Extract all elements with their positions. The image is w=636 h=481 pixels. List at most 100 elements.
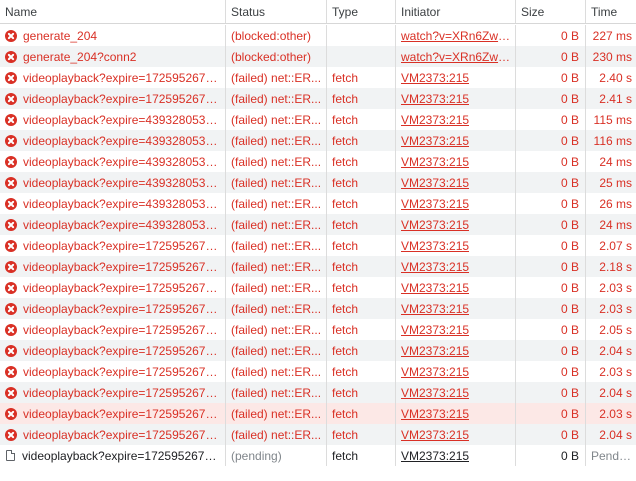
column-header-time[interactable]: Time: [585, 0, 636, 23]
initiator-link[interactable]: VM2373:215: [401, 113, 469, 127]
request-name-cell[interactable]: videoplayback?expire=1725952677...: [0, 382, 225, 403]
table-row[interactable]: videoplayback?expire=1725952677... (faile…: [0, 382, 636, 403]
column-header-size[interactable]: Size: [515, 0, 585, 23]
request-name-cell[interactable]: videoplayback?expire=1725952677...: [0, 298, 225, 319]
table-row[interactable]: videoplayback?expire=1725952677... (faile…: [0, 361, 636, 382]
initiator-link[interactable]: VM2373:215: [401, 386, 469, 400]
initiator-link[interactable]: VM2373:215: [401, 197, 469, 211]
request-name-cell[interactable]: videoplayback?expire=1725952677...: [0, 445, 225, 466]
request-name: videoplayback?expire=1725952677...: [23, 364, 221, 379]
request-time-cell: 2.04 s: [585, 340, 636, 361]
initiator-link[interactable]: VM2373:215: [401, 344, 469, 358]
request-name-cell[interactable]: videoplayback?expire=4393280539...: [0, 151, 225, 172]
request-size: 0 B: [560, 70, 579, 85]
request-name-cell[interactable]: videoplayback?expire=4393280539...: [0, 193, 225, 214]
request-name: videoplayback?expire=1725952677...: [23, 406, 221, 421]
request-name-cell[interactable]: generate_204: [0, 25, 225, 46]
request-name-cell[interactable]: videoplayback?expire=1725952677...: [0, 361, 225, 382]
request-name: videoplayback?expire=4393280539...: [23, 175, 221, 190]
request-name-cell[interactable]: videoplayback?expire=4393280539...: [0, 130, 225, 151]
request-type: fetch: [332, 154, 359, 169]
request-name-cell[interactable]: videoplayback?expire=1725952677...: [0, 88, 225, 109]
table-row[interactable]: generate_204?conn2 (blocked:other) watch?v…: [0, 46, 636, 67]
initiator-link[interactable]: VM2373:215: [401, 218, 469, 232]
column-header-status[interactable]: Status: [225, 0, 326, 23]
request-type: fetch: [332, 322, 359, 337]
request-name-cell[interactable]: videoplayback?expire=1725952677...: [0, 67, 225, 88]
request-type: fetch: [332, 112, 359, 127]
initiator-link[interactable]: VM2373:215: [401, 134, 469, 148]
request-name-cell[interactable]: videoplayback?expire=1725952677...: [0, 256, 225, 277]
table-row[interactable]: videoplayback?expire=4393280539... (faile…: [0, 214, 636, 235]
request-name: videoplayback?expire=1725952677...: [23, 301, 221, 316]
request-name-cell[interactable]: videoplayback?expire=1725952677...: [0, 235, 225, 256]
request-status: (failed) net::ER...: [231, 238, 322, 253]
initiator-link[interactable]: VM2373:215: [401, 281, 469, 295]
request-name-cell[interactable]: generate_204?conn2: [0, 46, 225, 67]
table-row[interactable]: videoplayback?expire=4393280539... (faile…: [0, 109, 636, 130]
request-time-cell: 2.41 s: [585, 88, 636, 109]
request-name: videoplayback?expire=1725952677...: [23, 91, 221, 106]
table-row[interactable]: videoplayback?expire=1725952677... (faile…: [0, 298, 636, 319]
request-name-cell[interactable]: videoplayback?expire=4393280539...: [0, 214, 225, 235]
request-type: fetch: [332, 175, 359, 190]
request-initiator-cell: VM2373:215: [395, 151, 515, 172]
initiator-link[interactable]: VM2373:215: [401, 176, 469, 190]
table-row[interactable]: videoplayback?expire=1725952677... (faile…: [0, 235, 636, 256]
initiator-link[interactable]: VM2373:215: [401, 365, 469, 379]
request-status: (failed) net::ER...: [231, 175, 322, 190]
initiator-link[interactable]: watch?v=XRn6ZwXy-: [401, 29, 511, 43]
request-name-cell[interactable]: videoplayback?expire=1725952677...: [0, 403, 225, 424]
request-status-cell: (failed) net::ER...: [225, 172, 326, 193]
initiator-link[interactable]: VM2373:215: [401, 92, 469, 106]
request-size-cell: 0 B: [515, 340, 585, 361]
initiator-link[interactable]: watch?v=XRn6ZwXy-: [401, 50, 511, 64]
column-header-type[interactable]: Type: [326, 0, 395, 23]
error-icon: [5, 134, 17, 147]
request-initiator-cell: VM2373:215: [395, 67, 515, 88]
table-row[interactable]: videoplayback?expire=1725952677... (pendi…: [0, 445, 636, 466]
request-type-cell: fetch: [326, 235, 395, 256]
request-type-cell: fetch: [326, 277, 395, 298]
table-row[interactable]: videoplayback?expire=1725952677... (faile…: [0, 256, 636, 277]
request-time-cell: 26 ms: [585, 193, 636, 214]
table-row[interactable]: videoplayback?expire=4393280539... (faile…: [0, 151, 636, 172]
initiator-link[interactable]: VM2373:215: [401, 155, 469, 169]
initiator-link[interactable]: VM2373:215: [401, 239, 469, 253]
request-name-cell[interactable]: videoplayback?expire=4393280539...: [0, 172, 225, 193]
table-row[interactable]: videoplayback?expire=1725952677... (faile…: [0, 67, 636, 88]
table-row[interactable]: videoplayback?expire=1725952677... (faile…: [0, 403, 636, 424]
request-initiator-cell: VM2373:215: [395, 319, 515, 340]
request-time-cell: 25 ms: [585, 172, 636, 193]
request-status: (failed) net::ER...: [231, 196, 322, 211]
request-name: videoplayback?expire=4393280539...: [23, 112, 221, 127]
initiator-link[interactable]: VM2373:215: [401, 302, 469, 316]
table-row[interactable]: videoplayback?expire=1725952677... (faile…: [0, 88, 636, 109]
request-name-cell[interactable]: videoplayback?expire=1725952677...: [0, 340, 225, 361]
request-status-cell: (failed) net::ER...: [225, 88, 326, 109]
table-row[interactable]: videoplayback?expire=4393280539... (faile…: [0, 172, 636, 193]
initiator-link[interactable]: VM2373:215: [401, 260, 469, 274]
initiator-link[interactable]: VM2373:215: [401, 323, 469, 337]
request-name-cell[interactable]: videoplayback?expire=1725952677...: [0, 277, 225, 298]
table-row[interactable]: videoplayback?expire=4393280539... (faile…: [0, 130, 636, 151]
request-status: (failed) net::ER...: [231, 385, 322, 400]
request-type: fetch: [332, 406, 359, 421]
table-row[interactable]: videoplayback?expire=1725952677... (faile…: [0, 277, 636, 298]
initiator-link[interactable]: VM2373:215: [401, 71, 469, 85]
request-name-cell[interactable]: videoplayback?expire=4393280539...: [0, 109, 225, 130]
table-row[interactable]: videoplayback?expire=1725952677... (faile…: [0, 319, 636, 340]
initiator-link[interactable]: VM2373:215: [401, 449, 469, 463]
table-row[interactable]: videoplayback?expire=1725952677... (faile…: [0, 340, 636, 361]
initiator-link[interactable]: VM2373:215: [401, 407, 469, 421]
request-name-cell[interactable]: videoplayback?expire=1725952677...: [0, 424, 225, 445]
column-header-initiator[interactable]: Initiator: [395, 0, 515, 23]
table-row[interactable]: videoplayback?expire=4393280539... (faile…: [0, 193, 636, 214]
table-row[interactable]: generate_204 (blocked:other) watch?v=XRn6Z…: [0, 25, 636, 46]
request-name-cell[interactable]: videoplayback?expire=1725952677...: [0, 319, 225, 340]
request-time: 230 ms: [592, 49, 632, 64]
column-header-name[interactable]: Name: [0, 0, 225, 23]
initiator-link[interactable]: VM2373:215: [401, 428, 469, 442]
request-size-cell: 0 B: [515, 256, 585, 277]
table-row[interactable]: videoplayback?expire=1725952677... (faile…: [0, 424, 636, 445]
